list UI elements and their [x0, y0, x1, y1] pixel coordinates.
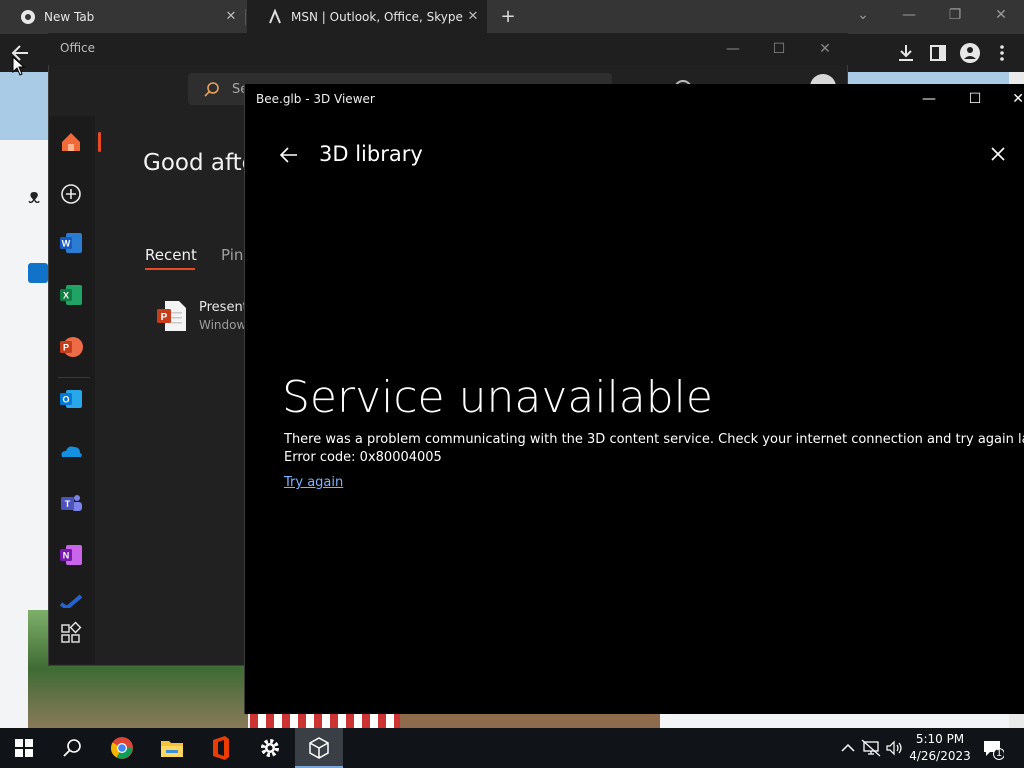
browser-restore-button[interactable]: ❐: [932, 0, 978, 30]
office-minimize-button[interactable]: —: [710, 33, 756, 65]
tab-search-icon[interactable]: ⌄: [840, 0, 886, 30]
rail-selected-indicator: [98, 132, 101, 152]
to-do-icon[interactable]: [58, 594, 84, 608]
onedrive-icon[interactable]: [58, 438, 84, 464]
new-tab-button[interactable]: +: [498, 8, 518, 26]
search-icon: [63, 739, 81, 757]
svg-text:T: T: [65, 499, 71, 509]
browser-tab-msn[interactable]: MSN | Outlook, Office, Skype, Bing ✕: [247, 0, 487, 34]
office-maximize-button[interactable]: ☐: [756, 33, 802, 65]
news-image[interactable]: [400, 714, 660, 728]
try-again-link[interactable]: Try again: [284, 475, 343, 490]
taskbar-settings[interactable]: [246, 728, 294, 768]
apps-icon[interactable]: [58, 621, 84, 647]
powerpoint-file-icon: P: [157, 301, 186, 331]
news-image-flag: [250, 714, 400, 728]
close-icon[interactable]: [988, 144, 1008, 164]
file-explorer-icon: [161, 741, 183, 757]
rail-divider: [58, 377, 90, 378]
add-icon[interactable]: [58, 181, 84, 207]
recent-file-name[interactable]: Present: [199, 300, 248, 315]
viewer-close-button[interactable]: ✕: [998, 86, 1024, 112]
tab-recent[interactable]: Recent: [145, 246, 197, 264]
home-icon[interactable]: [58, 129, 84, 155]
settings-icon: [261, 739, 279, 757]
tab-title: New Tab: [44, 10, 95, 24]
mouse-cursor-icon: [12, 56, 26, 76]
more-menu-icon[interactable]: [990, 42, 1014, 64]
svg-text:O: O: [62, 395, 69, 405]
svg-text:X: X: [63, 291, 69, 301]
clock-date[interactable]: 4/26/2023: [906, 749, 974, 763]
tab-title: MSN | Outlook, Office, Skype, Bing: [291, 10, 463, 24]
notification-count: 1: [995, 748, 1003, 759]
back-arrow-icon[interactable]: [278, 144, 300, 166]
browser-minimize-button[interactable]: —: [886, 0, 932, 30]
taskbar-office[interactable]: [197, 728, 245, 768]
close-tab-icon[interactable]: ✕: [223, 9, 239, 25]
library-title: 3D library: [319, 142, 423, 166]
browser-tab-new-tab[interactable]: New Tab ✕: [0, 0, 245, 34]
taskbar-chrome[interactable]: [98, 728, 146, 768]
office-window-title: Office: [60, 41, 96, 55]
volume-icon[interactable]: [884, 738, 904, 758]
chevron-up-icon[interactable]: [838, 738, 858, 758]
office-close-button[interactable]: ✕: [802, 33, 848, 65]
outlook-icon[interactable]: [28, 263, 48, 283]
onenote-icon[interactable]: N: [58, 542, 84, 568]
msn-butterfly-icon: ᴥ: [28, 184, 41, 208]
word-icon[interactable]: W: [58, 230, 84, 256]
teams-icon[interactable]: T: [58, 490, 84, 516]
profile-icon[interactable]: [958, 42, 982, 64]
close-tab-icon[interactable]: ✕: [465, 9, 481, 25]
start-button[interactable]: [0, 728, 48, 768]
error-code: Error code: 0x80004005: [284, 450, 442, 465]
greeting-heading: Good afte: [143, 150, 256, 176]
tab-pinned[interactable]: Pin: [221, 246, 243, 264]
error-title: Service unavailable: [282, 372, 713, 423]
powerpoint-icon[interactable]: P: [58, 334, 84, 360]
svg-text:W: W: [62, 239, 71, 249]
viewer-minimize-button[interactable]: —: [906, 86, 952, 112]
notification-center-button[interactable]: 1: [982, 738, 1004, 760]
viewer-window-title: Bee.glb - 3D Viewer: [256, 92, 375, 106]
viewer-maximize-button[interactable]: ☐: [952, 86, 998, 112]
clock-time[interactable]: 5:10 PM: [912, 732, 968, 746]
office-icon: [213, 736, 229, 760]
outlook-icon[interactable]: O: [58, 386, 84, 412]
svg-text:P: P: [63, 343, 69, 353]
side-panel-icon[interactable]: [926, 42, 950, 64]
tab-recent-underline: [145, 268, 195, 270]
svg-text:P: P: [161, 312, 168, 323]
search-icon: [204, 82, 219, 97]
browser-close-button[interactable]: ✕: [978, 0, 1024, 30]
taskbar-3d-viewer[interactable]: [295, 728, 343, 768]
tab-separator: [245, 9, 246, 25]
download-icon[interactable]: [894, 42, 918, 64]
start-icon: [15, 739, 33, 757]
recent-file-location: Window: [199, 318, 247, 332]
network-icon[interactable]: [861, 738, 881, 758]
error-message: There was a problem communicating with t…: [284, 432, 1024, 447]
taskbar-search-button[interactable]: [48, 728, 96, 768]
chrome-icon: [21, 10, 35, 24]
3d-viewer-icon: [309, 737, 329, 759]
taskbar-file-explorer[interactable]: [148, 728, 196, 768]
excel-icon[interactable]: X: [58, 282, 84, 308]
svg-text:N: N: [63, 551, 70, 561]
chrome-icon: [111, 737, 133, 759]
msn-icon: [269, 9, 281, 24]
